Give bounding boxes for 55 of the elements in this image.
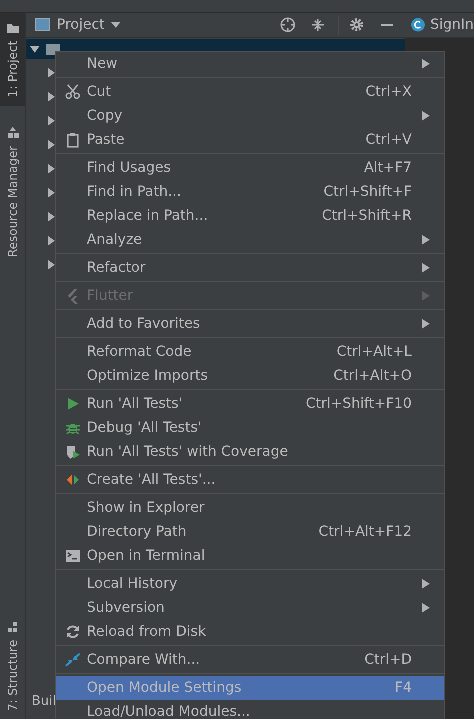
menu-item[interactable]: Optimize Imports Ctrl+Alt+O — [56, 364, 444, 388]
menu-item[interactable]: Run 'All Tests' Ctrl+Shift+F10 — [56, 392, 444, 416]
menu-item[interactable]: Replace in Path... Ctrl+Shift+R — [56, 204, 444, 228]
menu-item[interactable]: Reload from Disk — [56, 620, 444, 644]
menu-item[interactable]: Paste Ctrl+V — [56, 128, 444, 152]
shortcut-text: F4 — [395, 680, 412, 696]
editor-tab[interactable]: SignIn — [405, 13, 474, 38]
menu-item[interactable]: Local History — [56, 572, 444, 596]
shortcut-text: Ctrl+Alt+O — [334, 368, 412, 384]
shortcut-text: Ctrl+Shift+R — [322, 208, 412, 224]
terminal-icon — [64, 548, 80, 564]
menu-item[interactable]: Add to Favorites — [56, 312, 444, 336]
shortcut-text: Ctrl+D — [364, 652, 412, 668]
shortcut-text: Ctrl+V — [366, 132, 412, 148]
menu-item[interactable]: Show in Explorer — [56, 496, 444, 520]
shortcut-text: Ctrl+Shift+F10 — [306, 396, 412, 412]
shortcut-text: Alt+F7 — [364, 160, 412, 176]
tool-window-tab[interactable]: Resource Manager — [0, 118, 25, 266]
shortcut-text: Ctrl+Alt+L — [336, 344, 412, 360]
shield-play-icon — [64, 444, 80, 460]
reload-icon — [64, 624, 80, 640]
tool-window-tab[interactable]: 7: Structure — [0, 612, 25, 719]
clipboard-icon — [64, 132, 80, 148]
arrows-converging-icon — [64, 652, 80, 668]
tool-window-tab[interactable]: 1: Project — [0, 13, 25, 106]
shortcut-text: Ctrl+Alt+F12 — [318, 524, 412, 540]
shortcut-text: Ctrl+X — [366, 84, 412, 100]
menu-item[interactable]: Analyze — [56, 228, 444, 252]
expanded-arrow-icon — [30, 44, 40, 54]
menu-item[interactable]: Refactor — [56, 256, 444, 280]
menu-item[interactable]: Run 'All Tests' with Coverage — [56, 440, 444, 464]
menu-item[interactable]: Debug 'All Tests' — [56, 416, 444, 440]
blocks-icon — [6, 620, 20, 634]
shortcut-text: Ctrl+Shift+F — [324, 184, 412, 200]
menu-item[interactable]: Subversion — [56, 596, 444, 620]
menu-item[interactable]: Create 'All Tests'... — [56, 468, 444, 492]
menu-item[interactable]: Load/Unload Modules... — [56, 700, 444, 719]
menu-item[interactable]: Copy — [56, 104, 444, 128]
class-icon — [411, 17, 426, 33]
scissors-icon — [64, 84, 80, 100]
menu-item[interactable]: Find Usages Alt+F7 — [56, 156, 444, 180]
window-icon — [35, 17, 51, 33]
menu-item[interactable]: Reformat Code Ctrl+Alt+L — [56, 340, 444, 364]
dropdown-icon — [110, 22, 121, 28]
menu-item[interactable]: Find in Path... Ctrl+Shift+F — [56, 180, 444, 204]
menu-item[interactable]: Directory Path Ctrl+Alt+F12 — [56, 520, 444, 544]
menu-item[interactable]: Compare With... Ctrl+D — [56, 648, 444, 672]
panel-title[interactable]: Project — [57, 17, 105, 33]
shapes-icon — [6, 126, 20, 140]
menu-item[interactable]: New — [56, 52, 444, 76]
menu-item[interactable]: Cut Ctrl+X — [56, 80, 444, 104]
folder-icon — [6, 21, 20, 35]
menu-item[interactable]: Open in Terminal — [56, 544, 444, 568]
diamond-arrows-icon — [64, 472, 80, 488]
tool-window-tab[interactable]: Buil — [32, 694, 56, 709]
